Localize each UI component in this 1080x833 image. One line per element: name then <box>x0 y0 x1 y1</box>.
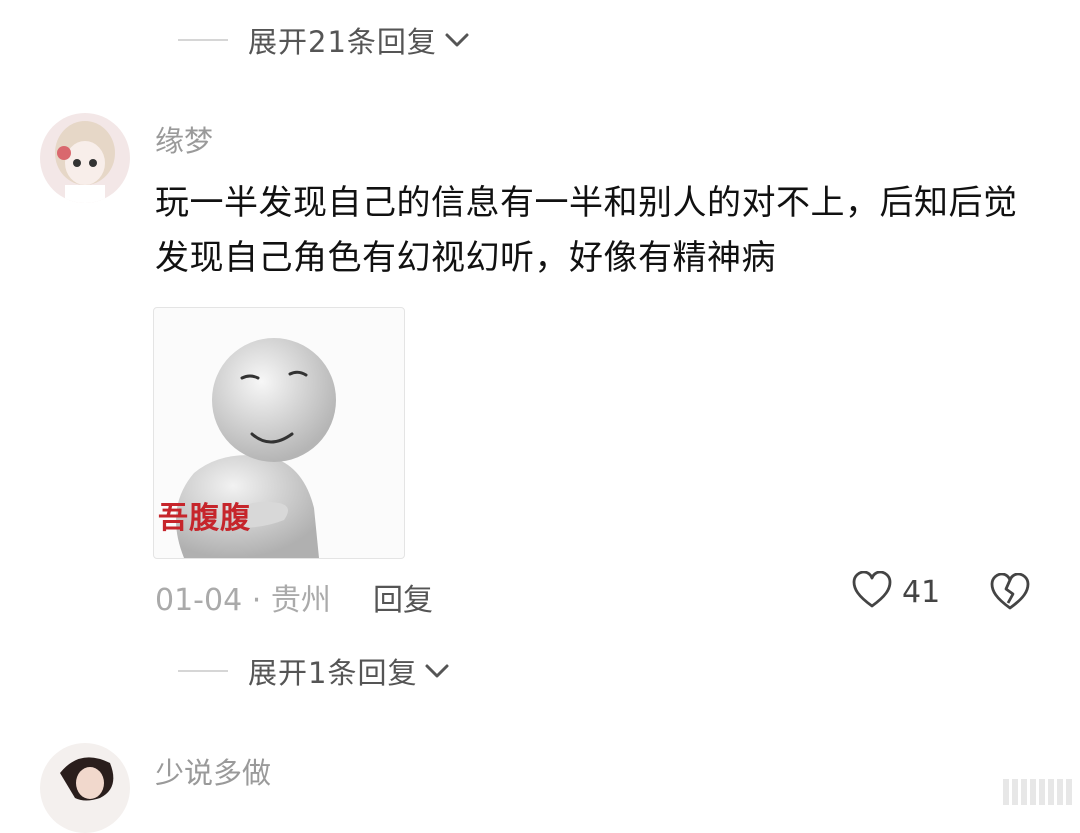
avatar[interactable] <box>40 113 130 203</box>
comment-text: 玩一半发现自己的信息有一半和别人的对不上，后知后觉发现自己角色有幻视幻听，好像有… <box>155 183 1018 278</box>
expand-replies-label: 展开21条回复 <box>248 25 437 59</box>
comment-date: 01-04 <box>155 583 243 618</box>
expand-replies-top[interactable]: 展开21条回复 <box>178 20 471 60</box>
chevron-down-icon <box>423 661 451 681</box>
meta-separator: · <box>251 583 262 618</box>
like-button[interactable]: 41 <box>852 570 941 613</box>
comment-meta: 01-04 · 贵州 <box>155 575 331 619</box>
comment-username[interactable]: 缘梦 <box>155 118 213 160</box>
comment-username[interactable]: 少说多做 <box>155 750 271 792</box>
broken-heart-icon <box>990 572 1030 615</box>
watermark <box>1003 779 1072 805</box>
divider-dash <box>178 670 228 672</box>
expand-replies-label: 展开1条回复 <box>248 656 418 690</box>
heart-icon <box>852 570 892 613</box>
divider-dash <box>178 39 228 41</box>
image-caption: 吾腹腹 <box>158 501 251 536</box>
dislike-button[interactable] <box>990 572 1030 615</box>
chevron-down-icon <box>443 30 471 50</box>
like-count: 41 <box>902 574 941 610</box>
avatar[interactable] <box>40 743 130 833</box>
expand-replies-bottom[interactable]: 展开1条回复 <box>178 651 451 691</box>
comment-location: 贵州 <box>270 583 331 618</box>
reply-button[interactable]: 回复 <box>373 575 433 619</box>
